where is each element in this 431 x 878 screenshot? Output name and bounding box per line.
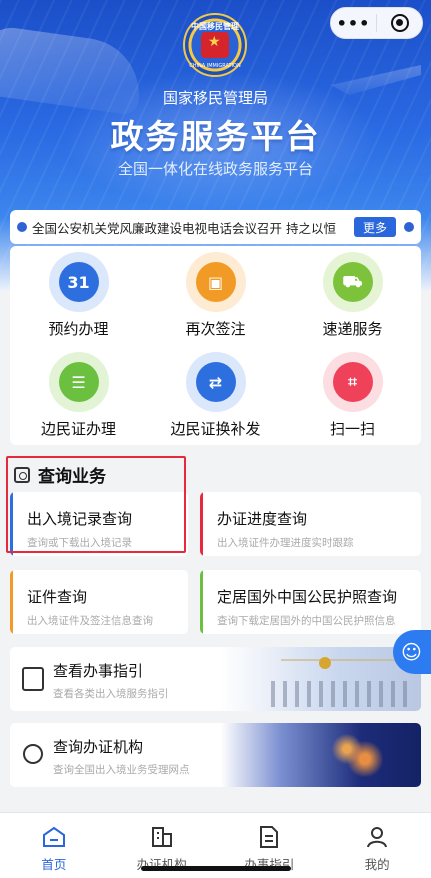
map-highlight [311, 729, 401, 779]
banner-stripe [281, 659, 411, 661]
ticker-right-dot [404, 222, 414, 232]
service-item-4[interactable]: ☰ 边民证办理 [10, 352, 147, 439]
icon-glyph: ⛟ [332, 262, 373, 302]
home-icon [0, 825, 108, 849]
query-section-title: 查询业务 [38, 467, 106, 487]
scan-icon: ⌗ [322, 352, 383, 412]
news-ticker[interactable]: 全国公安机关党风廉政建设电视电话会议召开 持之以恒 更多 [10, 210, 421, 244]
icon-glyph: ⌗ [332, 362, 373, 402]
service-item-3[interactable]: ⛟ 速递服务 [284, 252, 421, 339]
service-label: 速递服务 [322, 320, 383, 338]
office-locator-card[interactable]: 查询办证机构 查询全国出入境业务受理网点 [10, 723, 421, 787]
card-accent-bar [200, 492, 203, 556]
page-title: 政务服务平台 [110, 117, 321, 156]
service-label: 再次签注 [185, 320, 246, 338]
building-icon [108, 825, 216, 849]
crowd-shapes [271, 681, 411, 707]
document-icon [216, 825, 324, 849]
service-item-2[interactable]: ▣ 再次签注 [147, 252, 284, 339]
customer-service-button[interactable]: ☺ [393, 630, 431, 674]
map-image [221, 723, 421, 787]
query-card-progress[interactable]: 办证进度查询 出入境证件办理进度实时跟踪 [200, 492, 421, 556]
emblem-text-top: 中国移民管理 [191, 22, 239, 31]
tab-home[interactable]: 首页 [0, 813, 108, 878]
card-subtitle: 查询或下载出入境记录 [27, 537, 132, 549]
tab-mine[interactable]: 我的 [323, 813, 431, 878]
more-menu-button[interactable]: ••• [331, 14, 376, 33]
tab-label: 首页 [41, 857, 67, 872]
icon-glyph: ☰ [58, 362, 99, 402]
ticker-left-dot [17, 222, 27, 232]
service-item-5[interactable]: ⇄ 边民证换补发 [147, 352, 284, 439]
query-section-header: 查询业务 [14, 462, 106, 487]
truck-icon: ⛟ [322, 252, 383, 312]
locator-subtitle: 查询全国出入境业务受理网点 [53, 764, 190, 776]
news-headline[interactable]: 全国公安机关党风廉政建设电视电话会议召开 持之以恒 [32, 218, 354, 237]
id-card-icon: ▣ [185, 252, 246, 312]
emblem-text-bottom: CHINA IMMIGRATION [189, 63, 241, 69]
guide-subtitle: 查看各类出入境服务指引 [53, 688, 169, 700]
query-card-documents[interactable]: 证件查询 出入境证件及签注信息查询 [10, 570, 188, 634]
page-subtitle: 全国一体化在线政务服务平台 [117, 160, 313, 178]
emblem-mark [319, 657, 331, 669]
service-label: 扫一扫 [329, 420, 375, 438]
service-item-6[interactable]: ⌗ 扫一扫 [284, 352, 421, 439]
card-swap-icon: ⇄ [185, 352, 246, 412]
card-title: 定居国外中国公民护照查询 [217, 588, 398, 606]
immigration-emblem-logo: 中国移民管理 CHINA IMMIGRATION [183, 13, 247, 77]
card-title: 办证进度查询 [217, 510, 308, 528]
tab-label: 我的 [364, 857, 390, 872]
icon-glyph: ⇄ [195, 362, 236, 402]
guide-title: 查看办事指引 [53, 662, 144, 680]
icon-glyph: 31 [58, 262, 99, 302]
close-miniprogram-button[interactable] [377, 14, 422, 32]
service-item-1[interactable]: 31 预约办理 [10, 252, 147, 339]
news-more-button[interactable]: 更多 [354, 217, 396, 237]
guide-icon [22, 667, 44, 691]
miniprogram-capsule: ••• [330, 7, 423, 39]
service-label: 边民证换补发 [170, 420, 261, 438]
user-icon [323, 825, 431, 849]
card-subtitle: 查询下载定居国外的中国公民护照信息 [217, 615, 396, 627]
calendar-icon: 31 [48, 252, 109, 312]
card-accent-bar [10, 492, 13, 556]
service-grid: 31 预约办理 ▣ 再次签注 ⛟ 速递服务 ☰ 边民证办理 ⇄ 边民证换补发 ⌗ 扫一扫 [10, 246, 421, 445]
target-icon [390, 14, 409, 32]
search-icon [14, 466, 30, 483]
document-icon: ☰ [48, 352, 109, 412]
home-indicator [141, 866, 291, 871]
emblem-shield [201, 32, 229, 58]
agency-name: 国家移民管理局 [162, 89, 268, 107]
service-label: 边民证办理 [40, 420, 116, 438]
icon-glyph: ▣ [195, 262, 236, 302]
service-label: 预约办理 [48, 320, 109, 338]
card-accent-bar [10, 570, 13, 634]
card-subtitle: 出入境证件及签注信息查询 [27, 615, 153, 627]
query-card-entry-exit-record[interactable]: 出入境记录查询 查询或下载出入境记录 [10, 492, 188, 556]
card-subtitle: 出入境证件办理进度实时跟踪 [217, 537, 354, 549]
service-hall-image [221, 647, 421, 711]
user-headset-icon: ☺ [401, 640, 422, 664]
guide-card[interactable]: 查看办事指引 查看各类出入境服务指引 [10, 647, 421, 711]
locator-title: 查询办证机构 [53, 738, 144, 756]
card-accent-bar [200, 570, 203, 634]
location-icon [23, 744, 43, 764]
query-card-overseas-passport[interactable]: 定居国外中国公民护照查询 查询下载定居国外的中国公民护照信息 [200, 570, 421, 634]
card-title: 证件查询 [27, 588, 88, 606]
card-title: 出入境记录查询 [27, 510, 133, 528]
